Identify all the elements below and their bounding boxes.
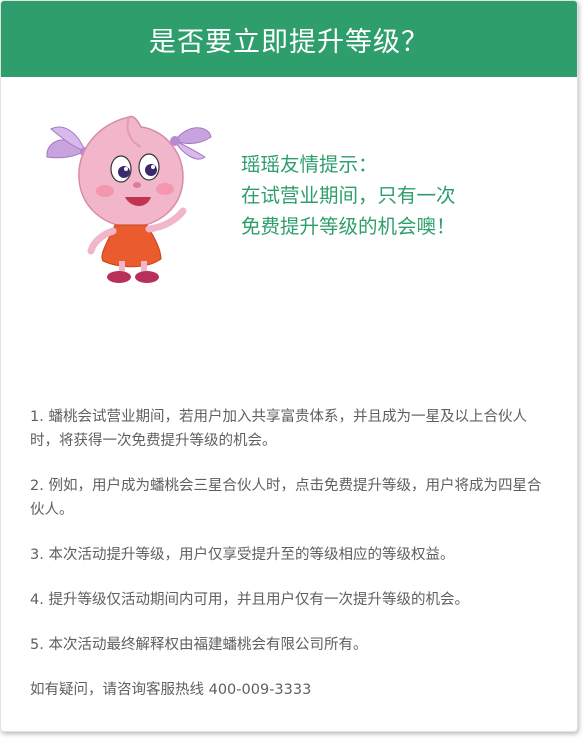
peach-mascot-icon bbox=[46, 115, 212, 283]
rule-item-4: 4. 提升等级仅活动期间内可用，并且用户仅有一次提升等级的机会。 bbox=[30, 592, 469, 608]
tip-text: 瑶瑶友情提示： 在试营业期间，只有一次 免费提升等级的机会噢！ bbox=[241, 149, 456, 242]
rule-item-3: 3. 本次活动提升等级，用户仅享受提升至的等级相应的等级权益。 bbox=[30, 547, 455, 563]
tip-line-1: 在试营业期间，只有一次 bbox=[241, 184, 456, 207]
dialog-title: 是否要立即提升等级？ bbox=[149, 26, 429, 58]
tip-line-heading: 瑶瑶友情提示： bbox=[241, 153, 378, 176]
rule-item-2: 2. 例如，用户成为蟠桃会三星合伙人时，点击免费提升等级，用户将成为四星合伙人。 bbox=[30, 478, 542, 518]
hotline-text: 如有疑问，请咨询客服热线 400-009-3333 bbox=[30, 682, 312, 698]
upgrade-dialog: 是否要立即提升等级？ 瑶瑶友情提示： 在试营业期间，只有一次 免费提升等级的机会… bbox=[0, 0, 578, 732]
rule-item-1: 1. 蟠桃会试营业期间，若用户加入共享富贵体系，并且成为一星及以上合伙人时，将获… bbox=[30, 409, 527, 449]
tip-line-2: 免费提升等级的机会噢！ bbox=[241, 215, 456, 238]
dialog-header: 是否要立即提升等级？ bbox=[1, 1, 577, 77]
rule-item-5: 5. 本次活动最终解释权由福建蟠桃会有限公司所有。 bbox=[30, 637, 368, 653]
mascot-tip-section: 瑶瑶友情提示： 在试营业期间，只有一次 免费提升等级的机会噢！ bbox=[1, 77, 577, 307]
rules-list: 1. 蟠桃会试营业期间，若用户加入共享富贵体系，并且成为一星及以上合伙人时，将获… bbox=[30, 405, 554, 702]
